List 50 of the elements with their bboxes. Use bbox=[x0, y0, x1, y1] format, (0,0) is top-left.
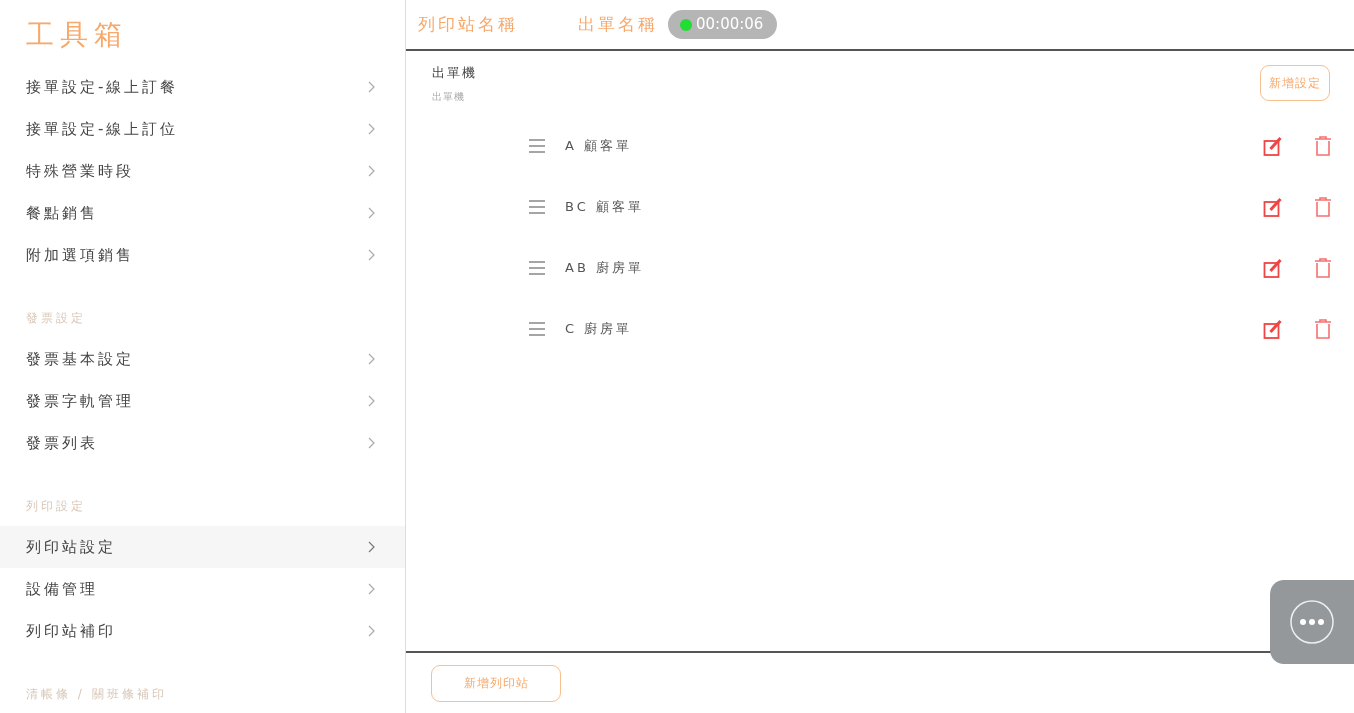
sidebar-item[interactable]: 附加選項銷售 bbox=[0, 234, 405, 276]
chevron-icon bbox=[368, 81, 375, 93]
trash-icon[interactable] bbox=[1314, 318, 1332, 339]
chevron-icon bbox=[368, 437, 375, 449]
chevron-icon bbox=[368, 541, 375, 553]
column-header: 出單名稱 bbox=[578, 12, 658, 36]
chevron-icon bbox=[368, 583, 375, 595]
chevron-icon bbox=[368, 249, 375, 261]
edit-icon[interactable] bbox=[1263, 318, 1282, 339]
slip-name: A 顧客單 bbox=[565, 136, 634, 155]
sidebar-title: 工具箱 bbox=[25, 17, 129, 53]
timer-text: 00:00:06 bbox=[696, 14, 764, 36]
chevron-icon bbox=[368, 353, 375, 365]
slip-name: BC 顧客單 bbox=[565, 197, 645, 216]
more-icon bbox=[1289, 599, 1335, 645]
section-heading: 發票設定 bbox=[25, 310, 87, 327]
trash-icon[interactable] bbox=[1314, 196, 1332, 217]
sidebar-item[interactable]: 發票列表 bbox=[0, 422, 405, 464]
printer-name: 出單機 bbox=[432, 64, 477, 82]
sidebar-item[interactable]: 發票字軌管理 bbox=[0, 380, 405, 422]
sidebar-item[interactable]: 發票基本設定 bbox=[0, 338, 405, 380]
sidebar-item[interactable]: 接單設定-線上訂餐 bbox=[0, 66, 405, 108]
edit-icon[interactable] bbox=[1263, 196, 1282, 217]
sidebar-item[interactable]: 列印站設定 bbox=[0, 526, 405, 568]
chevron-icon bbox=[368, 625, 375, 637]
printer-subtitle: 出單機 bbox=[432, 89, 466, 104]
slip-name: C 廚房單 bbox=[565, 319, 634, 338]
trash-icon[interactable] bbox=[1314, 135, 1332, 156]
chevron-icon bbox=[368, 207, 375, 219]
chevron-icon bbox=[368, 165, 375, 177]
section-heading: 列印設定 bbox=[25, 498, 87, 515]
drag-handle-icon[interactable] bbox=[529, 260, 545, 275]
edit-icon[interactable] bbox=[1263, 135, 1282, 156]
slip-name: AB 廚房單 bbox=[565, 258, 645, 277]
trash-icon[interactable] bbox=[1314, 257, 1332, 278]
sidebar-item[interactable]: 列印站補印 bbox=[0, 610, 405, 652]
sidebar-item[interactable]: 設備管理 bbox=[0, 568, 405, 610]
section-heading: 清帳條 / 關班條補印 bbox=[25, 686, 168, 703]
drag-handle-icon[interactable] bbox=[529, 199, 545, 214]
drag-handle-icon[interactable] bbox=[529, 138, 545, 153]
chevron-icon bbox=[368, 395, 375, 407]
sidebar-item[interactable]: 餐點銷售 bbox=[0, 192, 405, 234]
more-button[interactable] bbox=[1270, 580, 1354, 664]
sidebar-item[interactable]: 特殊營業時段 bbox=[0, 150, 405, 192]
chevron-icon bbox=[368, 123, 375, 135]
column-header: 列印站名稱 bbox=[418, 12, 518, 36]
edit-icon[interactable] bbox=[1263, 257, 1282, 278]
drag-handle-icon[interactable] bbox=[529, 321, 545, 336]
sidebar-item[interactable]: 接單設定-線上訂位 bbox=[0, 108, 405, 150]
recording-dot bbox=[680, 18, 692, 31]
